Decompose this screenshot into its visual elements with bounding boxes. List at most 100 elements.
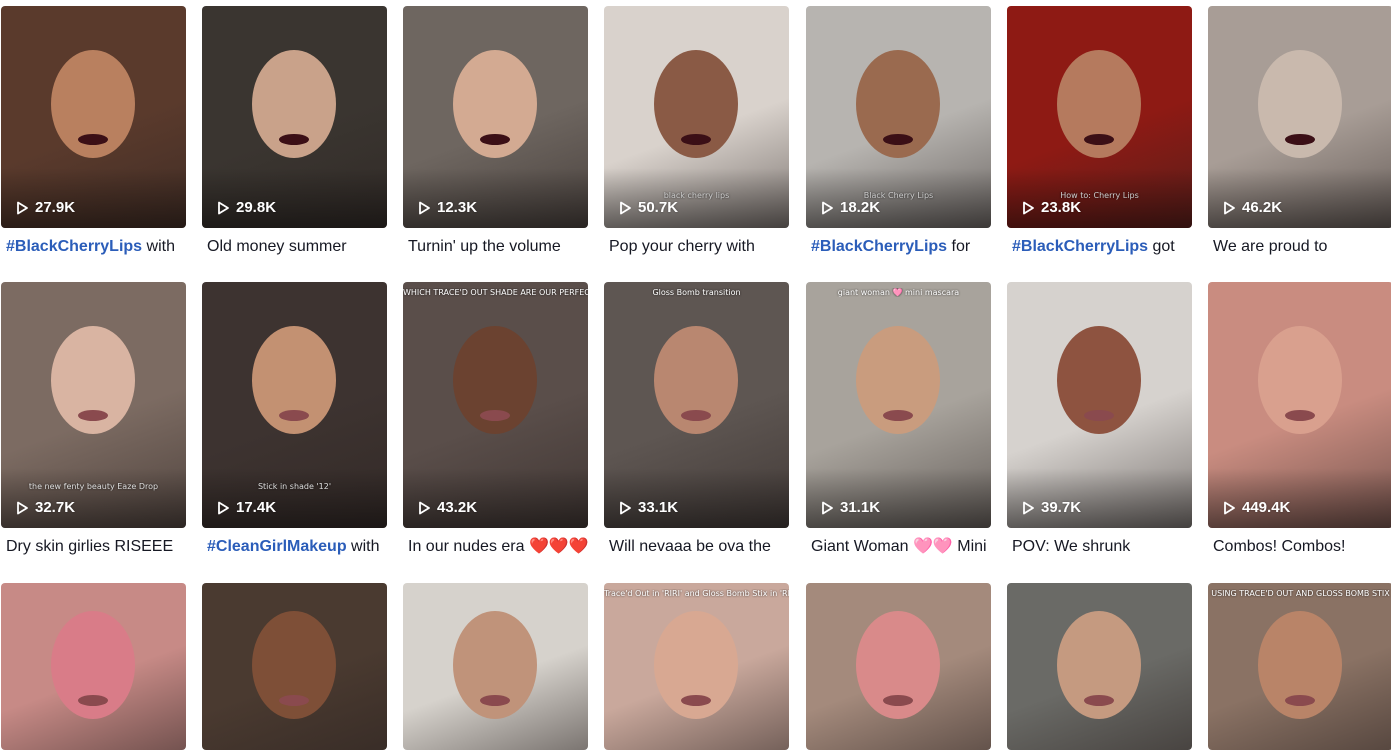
video-thumbnail[interactable]: 27.9K: [1, 6, 186, 228]
view-count: 18.2K: [820, 199, 880, 216]
thumbnail-lips: [1084, 134, 1114, 145]
video-card[interactable]: 12.3K Turnin' up the volume: [403, 6, 588, 257]
thumbnail-lips: [279, 134, 309, 145]
hashtag-link[interactable]: #BlackCherryLips: [1012, 238, 1148, 255]
description-text: Giant Woman 🩷🩷 Mini: [811, 538, 987, 555]
video-card[interactable]: 29.8K Old money summer: [202, 6, 387, 257]
thumbnail-gradient: [403, 468, 588, 528]
video-thumbnail[interactable]: [1, 583, 186, 750]
video-card[interactable]: Black Cherry Lips18.2K #BlackCherryLips f…: [806, 6, 991, 257]
video-description[interactable]: Old money summer: [202, 237, 387, 257]
description-text: Combos! Combos!: [1213, 538, 1346, 555]
video-description[interactable]: Giant Woman 🩷🩷 Mini: [806, 537, 991, 557]
view-count-label: 449.4K: [1242, 499, 1291, 516]
video-thumbnail[interactable]: How to: Cherry Lips23.8K: [1007, 6, 1192, 228]
video-card[interactable]: 449.4K Combos! Combos!: [1208, 282, 1391, 557]
view-count-label: 27.9K: [35, 199, 76, 216]
hashtag-link[interactable]: #BlackCherryLips: [6, 238, 142, 255]
video-card[interactable]: the new fenty beauty Eaze Drop32.7K Dry s…: [1, 282, 186, 557]
video-thumbnail[interactable]: Trace'd Out in 'RIRI' and Gloss Bomb Sti…: [604, 583, 789, 750]
video-thumbnail[interactable]: [202, 583, 387, 750]
video-card[interactable]: [1, 583, 186, 750]
view-count-label: 17.4K: [236, 499, 277, 516]
video-thumbnail[interactable]: [403, 583, 588, 750]
video-thumbnail[interactable]: [806, 583, 991, 750]
video-thumbnail[interactable]: 39.7K: [1007, 282, 1192, 528]
play-icon: [419, 201, 430, 214]
video-description[interactable]: In our nudes era ❤️❤️❤️❤️: [403, 537, 588, 557]
video-thumbnail[interactable]: Black Cherry Lips18.2K: [806, 6, 991, 228]
thumbnail-lips: [1285, 134, 1315, 145]
video-card[interactable]: 46.2K We are proud to: [1208, 6, 1391, 257]
play-icon: [218, 501, 229, 514]
video-card[interactable]: USING TRACE'D OUT AND GLOSS BOMB STIX: [1208, 583, 1391, 750]
video-card[interactable]: Gloss Bomb transition 33.1K Will nevaaa be…: [604, 282, 789, 557]
play-icon: [1224, 501, 1235, 514]
video-thumbnail[interactable]: [1007, 583, 1192, 750]
video-description[interactable]: POV: We shrunk: [1007, 537, 1192, 557]
view-count: 29.8K: [216, 199, 276, 216]
hashtag-link[interactable]: #BlackCherryLips: [811, 238, 947, 255]
thumbnail-lips: [78, 410, 108, 421]
description-text: POV: We shrunk: [1012, 538, 1131, 555]
video-thumbnail[interactable]: 29.8K: [202, 6, 387, 228]
video-card[interactable]: How to: Cherry Lips23.8K #BlackCherryLips…: [1007, 6, 1192, 257]
video-grid: 27.9K #BlackCherryLips with 29.8K Old money…: [0, 0, 1391, 750]
video-card[interactable]: [1007, 583, 1192, 750]
play-icon: [620, 201, 631, 214]
video-description[interactable]: #BlackCherryLips with: [1, 237, 186, 257]
video-card[interactable]: giant woman 🩷 mini mascara 31.1K Giant Wom…: [806, 282, 991, 557]
video-thumbnail[interactable]: WHICH TRACE'D OUT SHADE ARE OUR PERFECT …: [403, 282, 588, 528]
video-description[interactable]: Will nevaaa be ova the: [604, 537, 789, 557]
thumbnail-lips: [480, 695, 510, 706]
view-count-label: 33.1K: [638, 499, 679, 516]
view-count-label: 43.2K: [437, 499, 478, 516]
video-card[interactable]: [403, 583, 588, 750]
description-text: with: [346, 538, 380, 555]
thumbnail-lips: [279, 410, 309, 421]
video-card[interactable]: 27.9K #BlackCherryLips with: [1, 6, 186, 257]
thumbnail-gradient: [806, 468, 991, 528]
video-description[interactable]: #CleanGirlMakeup with: [202, 537, 387, 557]
thumbnail-lips: [1084, 410, 1114, 421]
description-text: for: [947, 238, 971, 255]
view-count-label: 32.7K: [35, 499, 76, 516]
video-description[interactable]: Pop your cherry with: [604, 237, 789, 257]
video-card[interactable]: WHICH TRACE'D OUT SHADE ARE OUR PERFECT …: [403, 282, 588, 557]
view-count: 33.1K: [618, 499, 678, 516]
video-description[interactable]: We are proud to: [1208, 237, 1391, 257]
video-thumbnail[interactable]: the new fenty beauty Eaze Drop32.7K: [1, 282, 186, 528]
play-icon: [17, 201, 28, 214]
video-description[interactable]: Turnin' up the volume: [403, 237, 588, 257]
video-thumbnail[interactable]: giant woman 🩷 mini mascara 31.1K: [806, 282, 991, 528]
video-thumbnail[interactable]: 12.3K: [403, 6, 588, 228]
video-thumbnail[interactable]: Gloss Bomb transition 33.1K: [604, 282, 789, 528]
description-text: Old money summer: [207, 238, 347, 255]
thumbnail-lips: [681, 134, 711, 145]
video-card[interactable]: 39.7K POV: We shrunk: [1007, 282, 1192, 557]
video-card[interactable]: [202, 583, 387, 750]
description-text: Will nevaaa be ova the: [609, 538, 771, 555]
video-description[interactable]: #BlackCherryLips for: [806, 237, 991, 257]
video-thumbnail[interactable]: 449.4K: [1208, 282, 1391, 528]
video-card[interactable]: black cherry lips50.7K Pop your cherry wi…: [604, 6, 789, 257]
video-thumbnail[interactable]: 46.2K: [1208, 6, 1391, 228]
video-description[interactable]: Combos! Combos!: [1208, 537, 1391, 557]
video-description[interactable]: Dry skin girlies RISEEE: [1, 537, 186, 557]
video-thumbnail[interactable]: Stick in shade '12'17.4K: [202, 282, 387, 528]
video-thumbnail[interactable]: black cherry lips50.7K: [604, 6, 789, 228]
hashtag-link[interactable]: #CleanGirlMakeup: [207, 538, 347, 555]
video-card[interactable]: [806, 583, 991, 750]
thumbnail-lips: [78, 695, 108, 706]
thumbnail-lips: [480, 134, 510, 145]
thumbnail-gradient: [1, 168, 186, 228]
video-card[interactable]: Stick in shade '12'17.4K #CleanGirlMakeup…: [202, 282, 387, 557]
view-count: 31.1K: [820, 499, 880, 516]
description-text: Dry skin girlies RISEEE: [6, 538, 174, 555]
video-thumbnail[interactable]: USING TRACE'D OUT AND GLOSS BOMB STIX: [1208, 583, 1391, 750]
video-description[interactable]: #BlackCherryLips got: [1007, 237, 1192, 257]
play-icon: [1224, 201, 1235, 214]
thumbnail-gradient: [604, 168, 789, 228]
thumbnail-gradient: [1007, 468, 1192, 528]
video-card[interactable]: Trace'd Out in 'RIRI' and Gloss Bomb Sti…: [604, 583, 789, 750]
